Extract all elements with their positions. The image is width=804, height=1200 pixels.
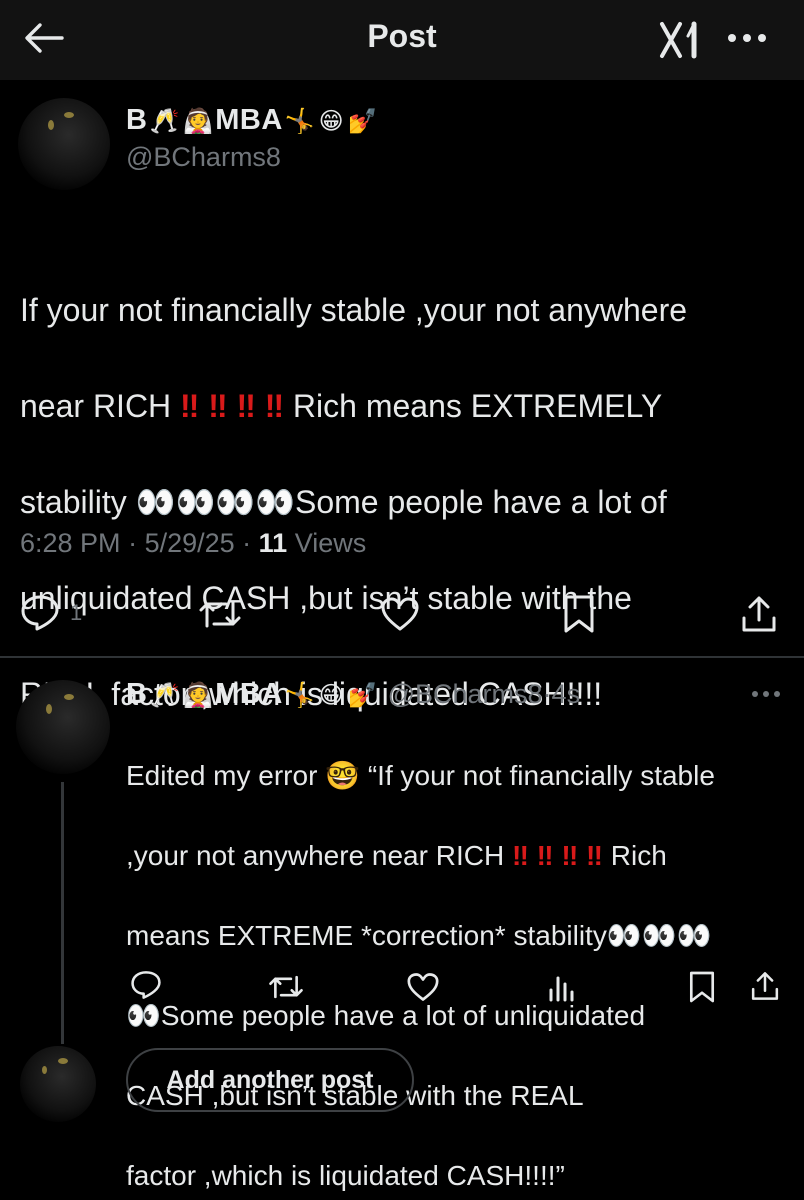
reply-reply-button[interactable] [130,970,162,1000]
double-exclamation-icon: ‼ ‼ ‼ ‼ [180,388,285,424]
nail-polish-icon: 💅 [347,680,378,709]
person-with-veil-icon: 👰 [183,680,214,709]
reply-icon [21,595,59,631]
author-handle[interactable]: @BCharms8 [126,142,281,173]
reply-avatar[interactable] [16,680,110,774]
repost-icon [199,600,241,628]
champagne-glasses-icon: 🥂 [149,106,180,135]
analytics-icon [549,976,574,1002]
grinning-face-icon: 😁 [318,680,344,709]
champagne-glasses-icon: 🥂 [149,680,180,709]
bookmark-button[interactable] [562,594,596,634]
person-with-veil-icon: 👰 [183,106,214,135]
bookmark-icon [689,971,715,1003]
more-horizontal-icon [752,691,780,697]
reply-author-handle[interactable]: @BCharms8 [388,679,543,710]
thread-connector [61,782,64,1044]
more-horizontal-icon [728,34,766,42]
repost-icon [269,975,303,999]
reply-text: Edited my error 🤓 “If your not financial… [126,759,715,1191]
repost-button[interactable] [198,596,242,632]
nerd-face-icon: 🤓 [325,759,361,792]
reply-button[interactable]: 1 [20,594,82,632]
more-options-button[interactable] [724,18,770,58]
author-name[interactable]: B 🥂 👰 MBA 🤸 😁 💅 [126,104,380,137]
eyes-icon: 👀👀👀👀 [135,483,295,521]
bookmark-icon [564,595,594,633]
share-icon [751,972,779,1000]
reply-timestamp[interactable]: 4s [552,679,581,710]
reply-share-button[interactable] [750,970,780,1002]
reply-more-button[interactable] [746,682,786,706]
cartwheel-icon: 🤸 [284,680,315,709]
grinning-face-icon: 😁 [318,106,344,135]
divider [0,656,804,658]
share-icon [742,596,776,632]
add-another-post-button[interactable]: Add another post [126,1048,414,1112]
reply-bookmark-button[interactable] [688,970,716,1004]
like-button[interactable] [380,596,420,632]
reply-analytics-button[interactable] [548,972,576,1002]
reply-author-name[interactable]: B 🥂 👰 MBA 🤸 😁 💅 @BCharms8 · 4s [126,678,580,711]
eyes-icon: 👀 [126,999,161,1032]
eyes-icon: 👀👀👀 [606,919,712,952]
nail-polish-icon: 💅 [347,106,378,135]
reply-repost-button[interactable] [268,972,304,1002]
double-exclamation-icon: ‼ ‼ ‼ ‼ [511,840,603,871]
heart-icon [407,973,439,1001]
reply-icon [131,971,161,999]
post-timestamp: 6:28 PM · 5/29/25 · 11 Views [20,528,367,558]
top-bar: Post [0,0,804,80]
grok-icon [660,21,697,59]
reply-like-button[interactable] [406,972,440,1002]
grok-button[interactable] [656,18,706,62]
composer-avatar [20,1046,96,1122]
heart-icon [381,597,419,631]
share-button[interactable] [740,594,778,634]
cartwheel-icon: 🤸 [284,106,315,135]
avatar[interactable] [18,98,110,190]
